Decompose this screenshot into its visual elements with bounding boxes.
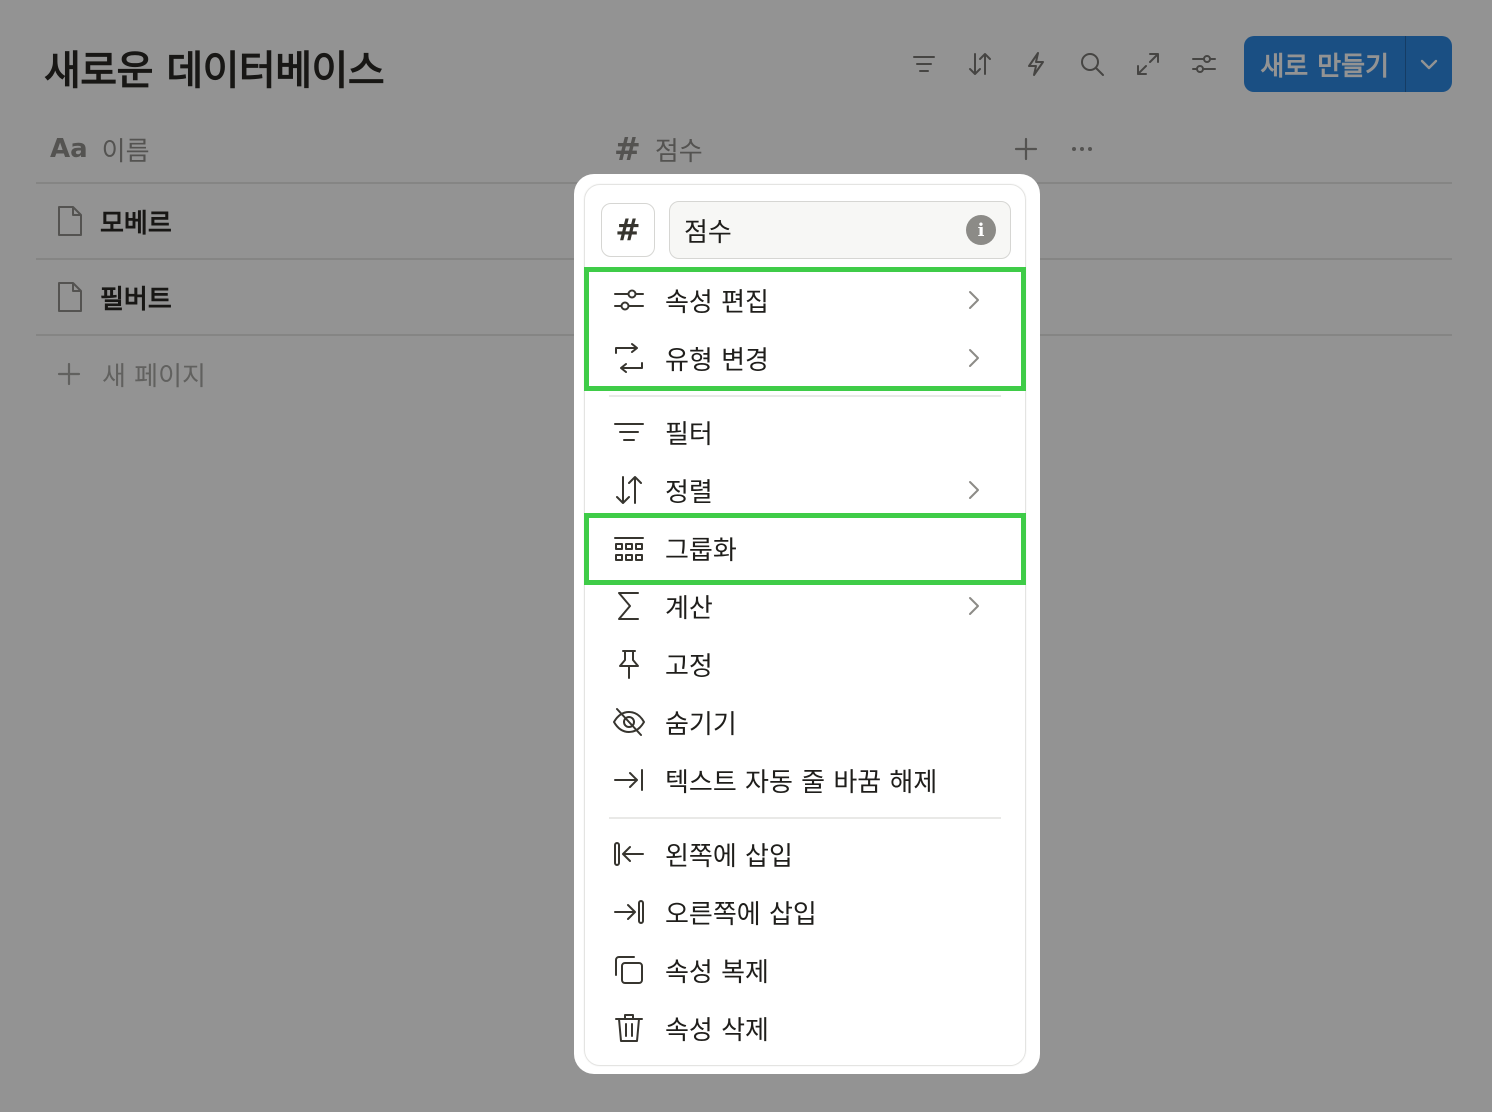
insert-right-icon	[609, 892, 649, 932]
menu-item-unwrap-text[interactable]: 텍스트 자동 줄 바꿈 해제	[599, 751, 1011, 809]
convert-icon	[609, 338, 649, 378]
chevron-right-icon	[959, 475, 989, 505]
group-icon	[609, 528, 649, 568]
wrap-icon	[609, 760, 649, 800]
menu-item-sort[interactable]: 정렬	[599, 461, 1011, 519]
menu-item-change-type[interactable]: 유형 변경	[599, 329, 1011, 387]
sliders-icon	[609, 280, 649, 320]
trash-icon	[609, 1008, 649, 1048]
menu-item-filter[interactable]: 필터	[599, 403, 1011, 461]
menu-item-label: 고정	[665, 651, 713, 682]
menu-item-insert-left[interactable]: 왼쪽에 삽입	[599, 825, 1011, 883]
pin-icon	[609, 644, 649, 684]
property-type-button[interactable]: #	[601, 203, 655, 257]
chevron-right-icon	[959, 591, 989, 621]
menu-item-label: 오른쪽에 삽입	[665, 899, 817, 930]
sort-icon	[609, 470, 649, 510]
menu-item-label: 속성 복제	[665, 957, 769, 988]
sigma-icon	[609, 586, 649, 626]
menu-item-label: 속성 삭제	[665, 1015, 769, 1046]
menu-item-label: 계산	[665, 593, 713, 624]
insert-left-icon	[609, 834, 649, 874]
menu-item-pin[interactable]: 고정	[599, 635, 1011, 693]
property-header: # 점수 i	[601, 201, 1011, 259]
menu-item-label: 왼쪽에 삽입	[665, 841, 793, 872]
menu-item-label: 숨기기	[665, 709, 737, 740]
menu-item-calculate[interactable]: 계산	[599, 577, 1011, 635]
menu-item-label: 텍스트 자동 줄 바꿈 해제	[665, 767, 938, 798]
eye-off-icon	[609, 702, 649, 742]
menu-item-edit-property[interactable]: 속성 편집	[599, 271, 1011, 329]
menu-separator	[609, 395, 1001, 397]
menu-item-label: 그룹화	[665, 535, 737, 566]
menu-item-label: 정렬	[665, 477, 713, 508]
menu-item-label: 속성 편집	[665, 287, 769, 318]
menu-item-duplicate-property[interactable]: 속성 복제	[599, 941, 1011, 999]
property-menu: # 점수 i 속성 편집 유형 변경 필터 정렬 그룹화 계산 고정 숨기기 텍…	[584, 184, 1026, 1066]
menu-item-label: 유형 변경	[665, 345, 769, 376]
menu-item-group[interactable]: 그룹화	[599, 519, 1011, 577]
menu-item-insert-right[interactable]: 오른쪽에 삽입	[599, 883, 1011, 941]
menu-item-hide[interactable]: 숨기기	[599, 693, 1011, 751]
chevron-right-icon	[959, 343, 989, 373]
menu-item-label: 필터	[665, 419, 713, 450]
filter-icon	[609, 412, 649, 452]
duplicate-icon	[609, 950, 649, 990]
property-name-value: 점수	[684, 217, 732, 248]
menu-separator	[609, 817, 1001, 819]
chevron-right-icon	[959, 285, 989, 315]
menu-item-delete-property[interactable]: 속성 삭제	[599, 999, 1011, 1057]
info-icon[interactable]: i	[966, 215, 996, 245]
property-name-input[interactable]: 점수 i	[669, 201, 1011, 259]
property-menu-frame: # 점수 i 속성 편집 유형 변경 필터 정렬 그룹화 계산 고정 숨기기 텍…	[574, 174, 1040, 1074]
